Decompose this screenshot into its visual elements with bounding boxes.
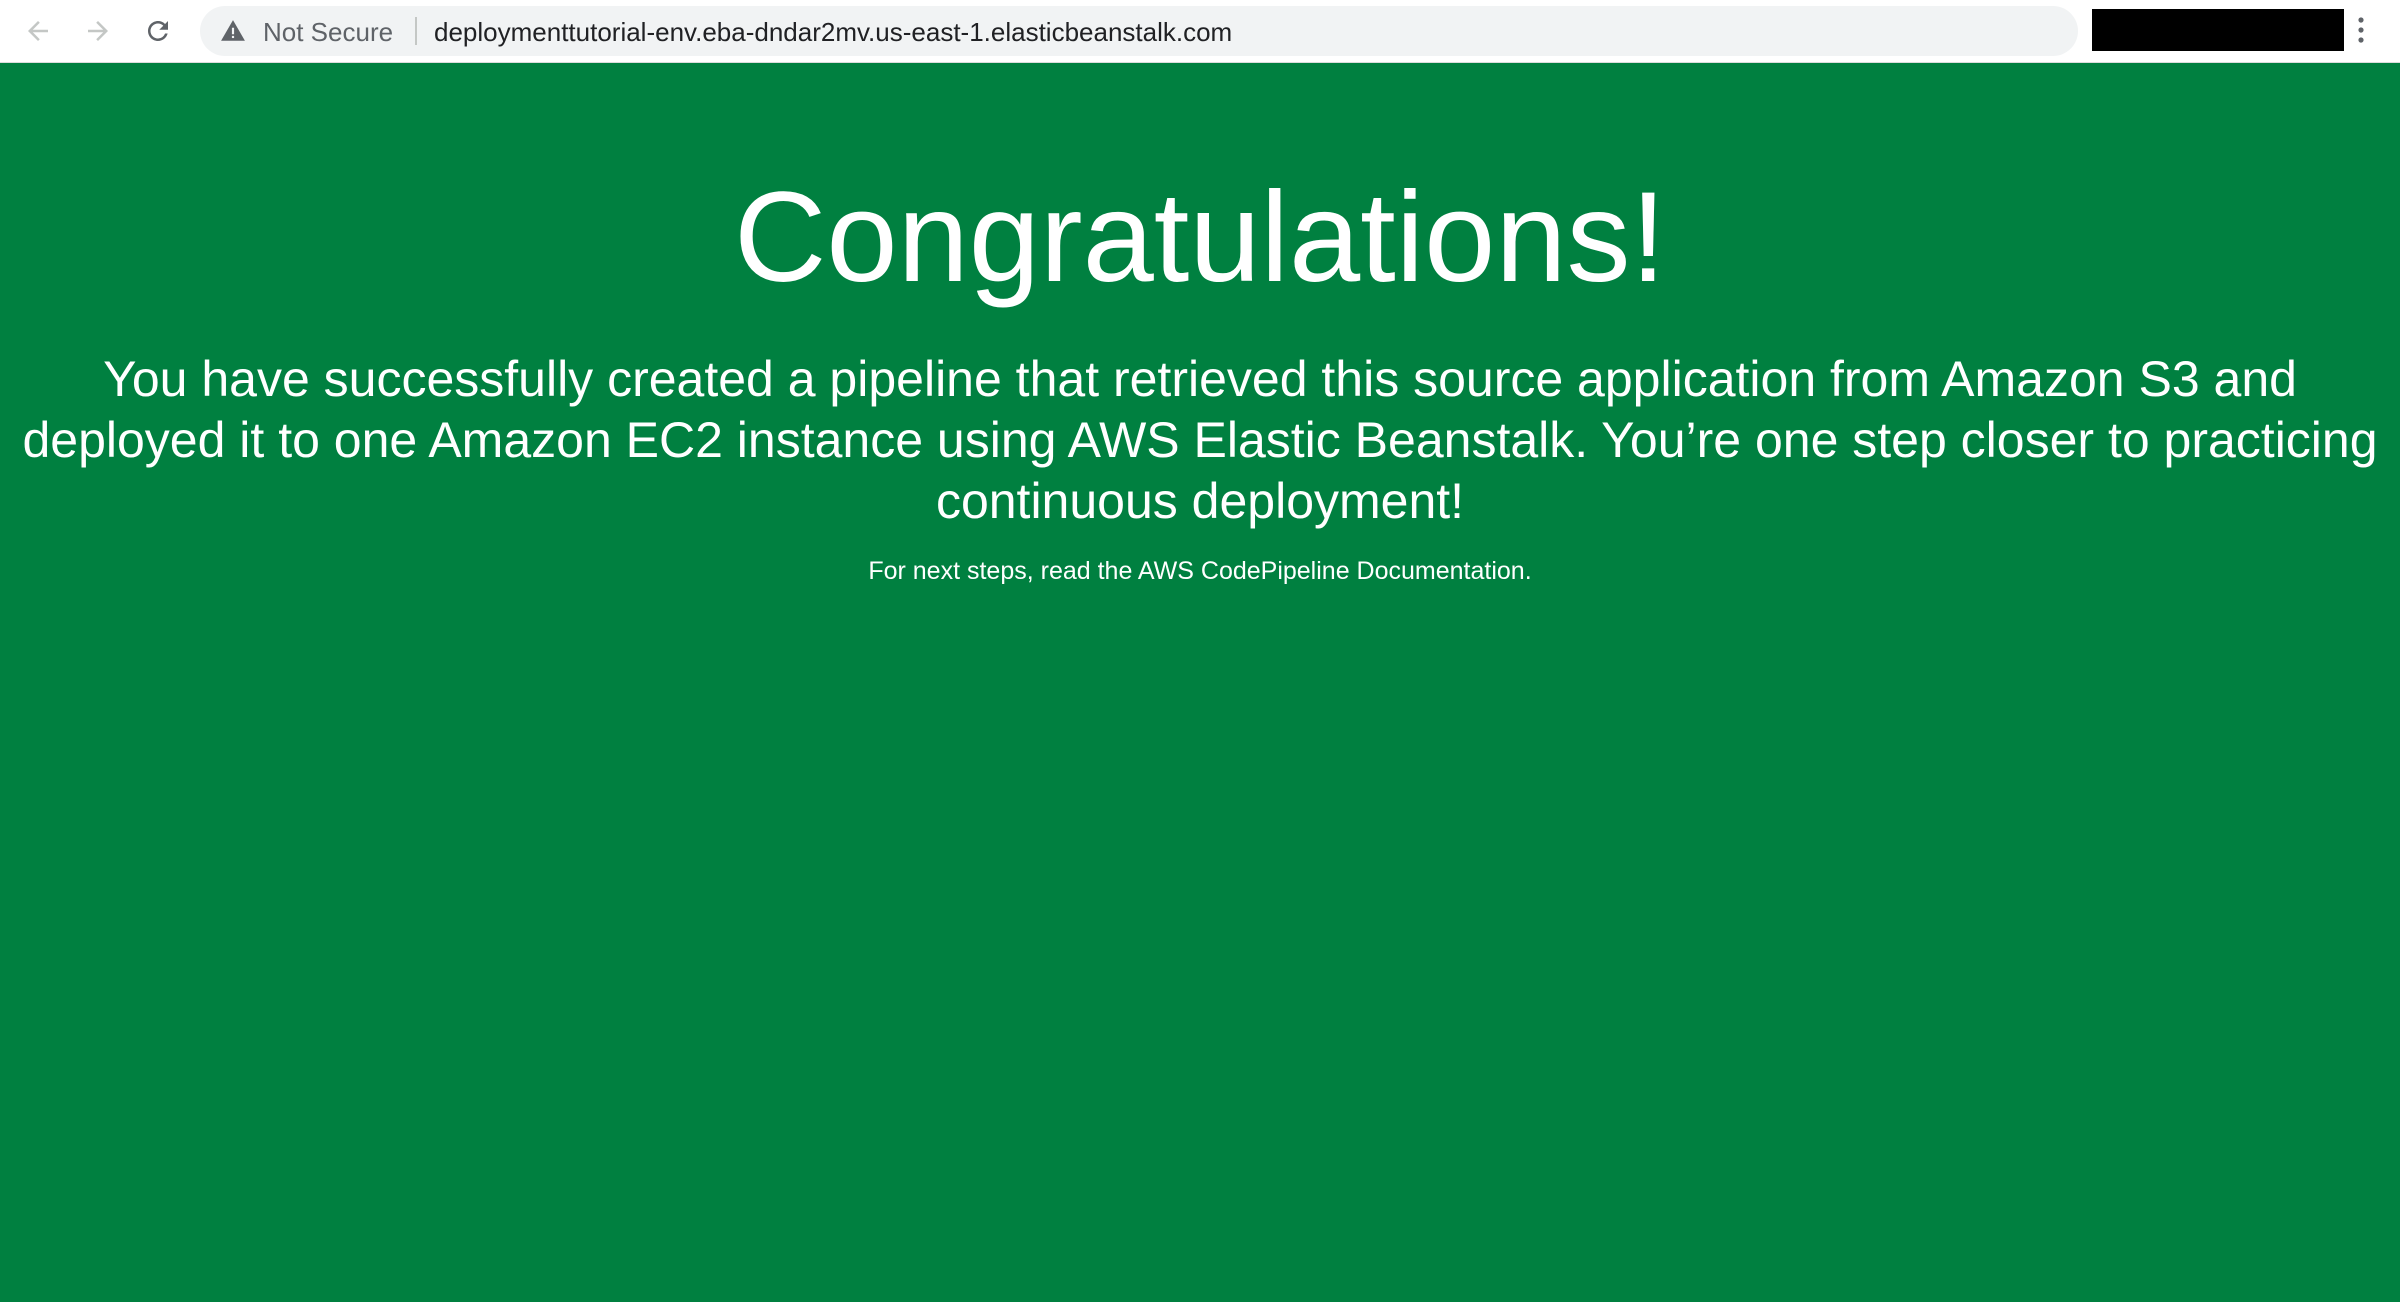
security-status-label[interactable]: Not Secure <box>263 19 393 45</box>
next-steps-text: For next steps, read the AWS CodePipelin… <box>868 557 1532 585</box>
arrow-right-icon <box>88 21 108 41</box>
address-bar-divider <box>415 17 417 45</box>
back-button[interactable] <box>17 10 59 52</box>
url-text[interactable]: deploymenttutorial-env.eba-dndar2mv.us-e… <box>434 19 1232 45</box>
warning-triangle-icon[interactable] <box>220 18 246 44</box>
browser-toolbar: Not Secure deploymenttutorial-env.eba-dn… <box>0 0 2400 63</box>
forward-button[interactable] <box>77 10 119 52</box>
address-bar[interactable]: Not Secure deploymenttutorial-env.eba-dn… <box>200 6 2254 56</box>
page-title: Congratulations! <box>733 166 1667 309</box>
kebab-menu-icon[interactable] <box>2346 12 2376 48</box>
arrow-left-icon <box>28 21 48 41</box>
reload-icon <box>148 21 168 41</box>
redacted-profile-area <box>2092 9 2344 51</box>
reload-button[interactable] <box>137 10 179 52</box>
page-content: Congratulations! You have successfully c… <box>0 63 2400 1302</box>
success-message: You have successfully created a pipeline… <box>22 351 2378 529</box>
